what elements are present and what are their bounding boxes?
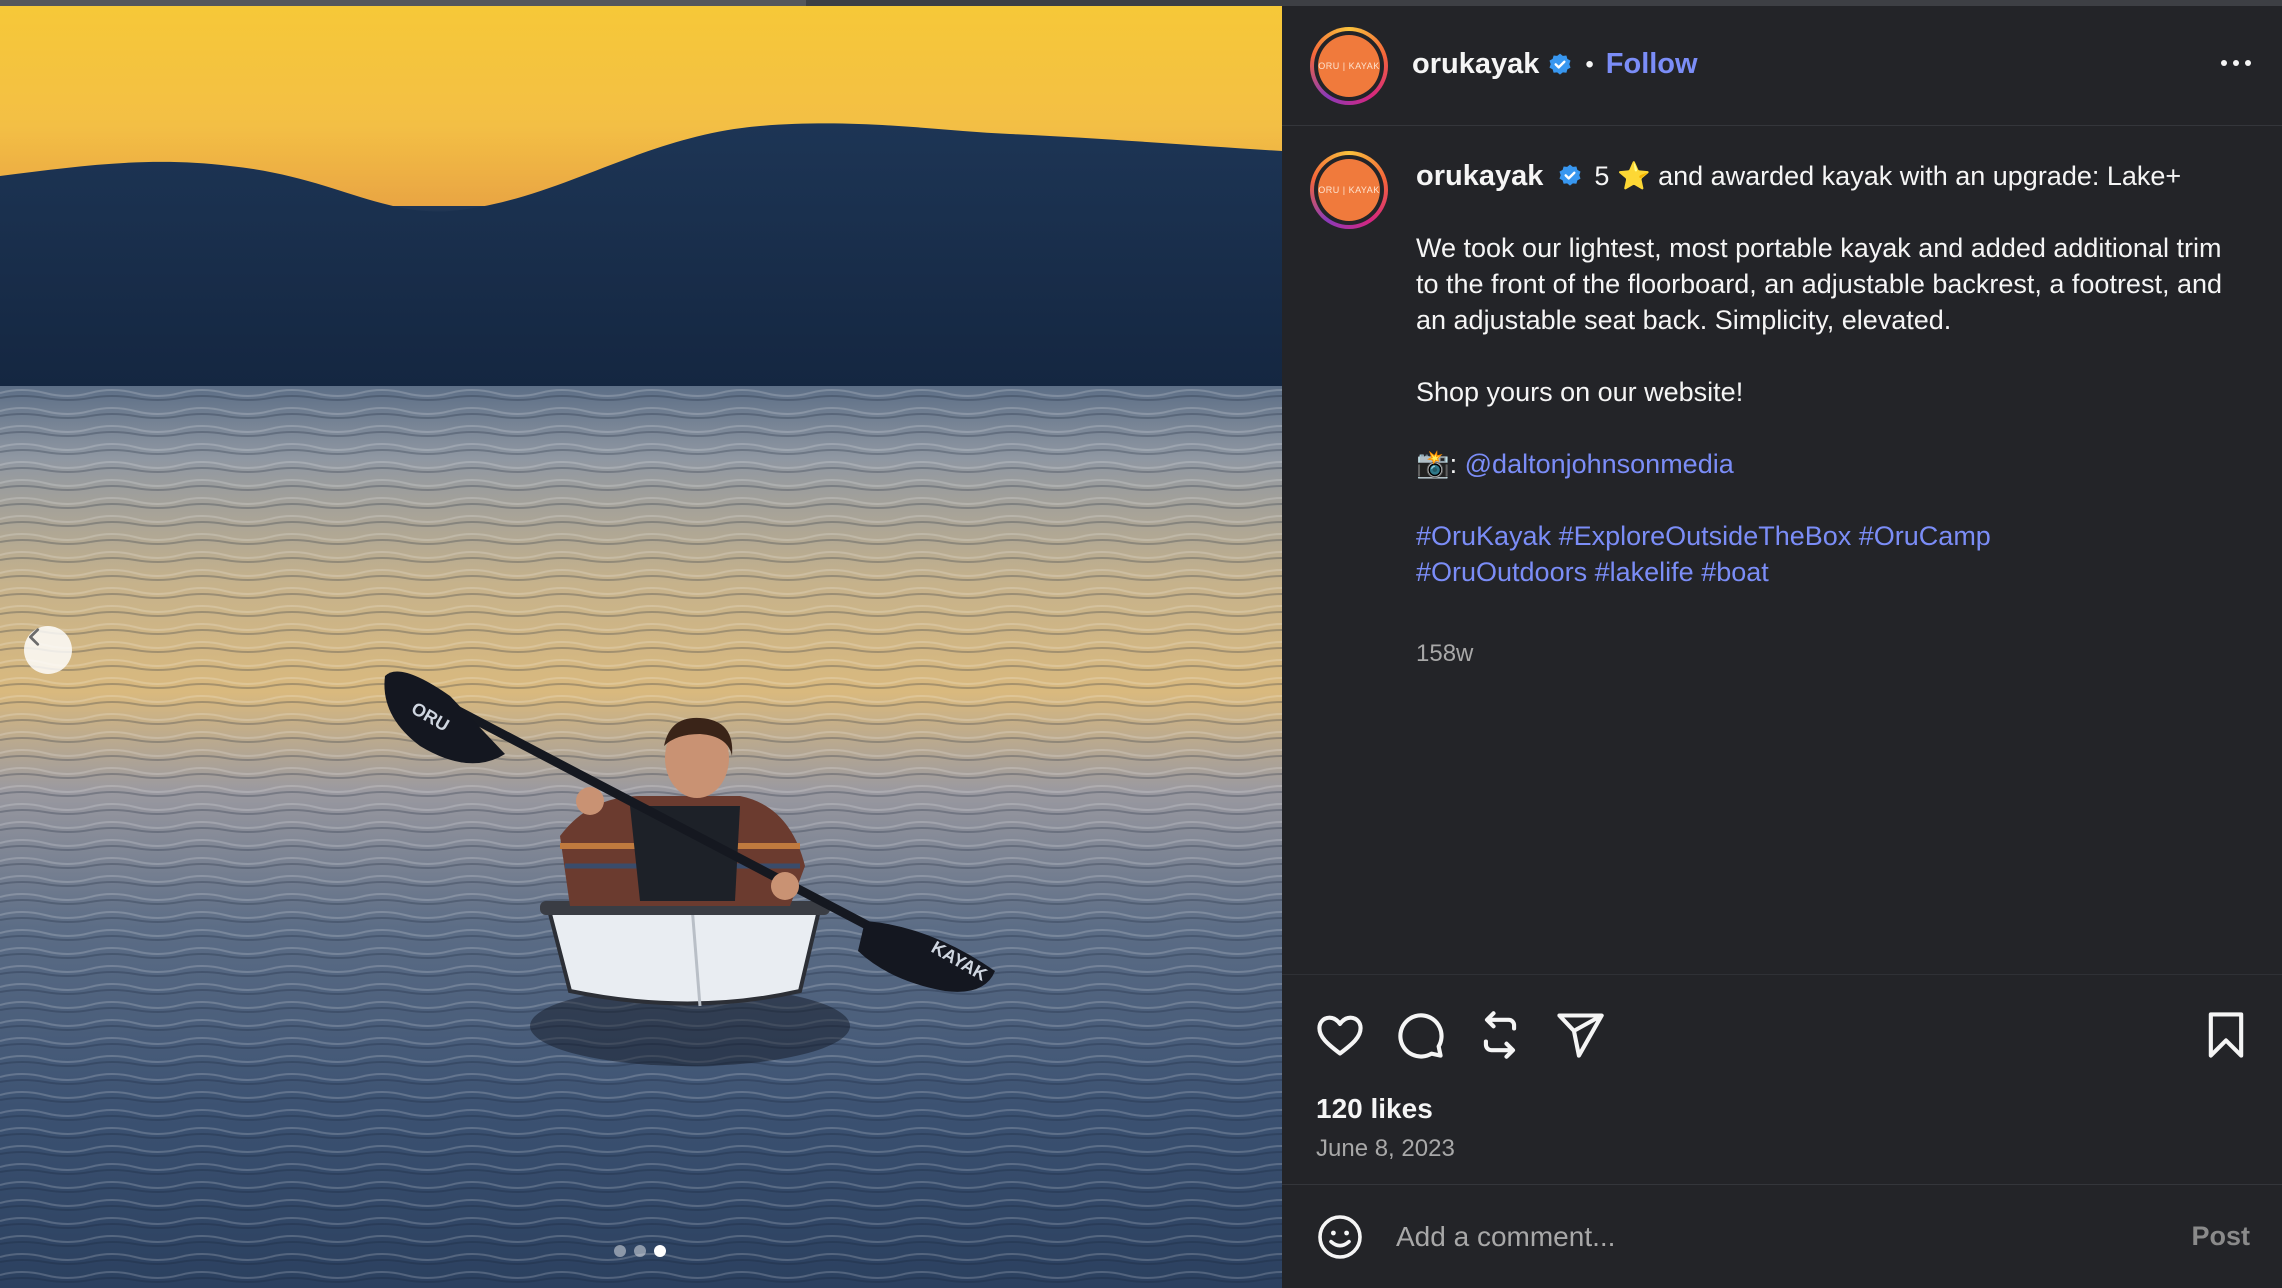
caption-rating: 5 bbox=[1594, 161, 1610, 191]
chevron-left-icon bbox=[29, 628, 40, 646]
verified-icon bbox=[1559, 164, 1581, 186]
caption-cta: Shop yours on our website! bbox=[1416, 377, 1744, 407]
post-comment-button[interactable]: Post bbox=[2191, 1221, 2250, 1252]
hashtag-link[interactable]: #lakelife bbox=[1595, 557, 1694, 587]
header-separator: • bbox=[1585, 50, 1594, 78]
caption-body: We took our lightest, most portable kaya… bbox=[1416, 233, 2223, 335]
post-age[interactable]: 158w bbox=[1416, 640, 1473, 668]
photographer-mention-link[interactable]: @daltonjohnsonmedia bbox=[1465, 449, 1734, 479]
hashtag-link[interactable]: #OruOutdoors bbox=[1416, 557, 1587, 587]
avatar[interactable]: ORU | KAYAK bbox=[1310, 27, 1388, 105]
avatar-logo-text: ORU | KAYAK bbox=[1318, 35, 1380, 97]
emoji-icon[interactable] bbox=[1316, 1213, 1364, 1261]
share-icon[interactable] bbox=[1554, 1009, 1606, 1061]
hashtags-line-2: #OruOutdoors #lakelife #boat bbox=[1416, 554, 2246, 590]
post-side-panel: ORU | KAYAK orukayak • Follow ORU | KAYA… bbox=[1282, 6, 2282, 1288]
verified-icon bbox=[1549, 53, 1571, 75]
avatar-logo-text: ORU | KAYAK bbox=[1318, 159, 1380, 221]
kayak-scene-illustration: ORU KAYAK bbox=[0, 6, 1282, 1288]
previous-image-button[interactable] bbox=[24, 626, 72, 674]
credit-separator: : bbox=[1449, 449, 1465, 479]
caption-title: and awarded kayak with an upgrade: Lake+ bbox=[1650, 161, 2182, 191]
hashtag-link[interactable]: #boat bbox=[1701, 557, 1769, 587]
caption-username[interactable]: orukayak bbox=[1416, 160, 1543, 192]
caption-avatar[interactable]: ORU | KAYAK bbox=[1310, 151, 1388, 229]
comment-bar: Post bbox=[1282, 1184, 2282, 1288]
hashtag-link[interactable]: #ExploreOutsideTheBox bbox=[1559, 521, 1852, 551]
bookmark-icon[interactable] bbox=[2200, 1009, 2252, 1061]
carousel-dot-active bbox=[654, 1245, 666, 1257]
more-icon bbox=[2221, 60, 2227, 66]
heart-icon[interactable] bbox=[1314, 1009, 1366, 1061]
hashtags-line-1: #OruKayak #ExploreOutsideTheBox #OruCamp bbox=[1416, 518, 2246, 554]
post-photo: ORU KAYAK bbox=[0, 6, 1282, 1288]
carousel-dot bbox=[634, 1245, 646, 1257]
camera-emoji: 📸 bbox=[1416, 449, 1450, 479]
hashtag-link[interactable]: #OruCamp bbox=[1859, 521, 1991, 551]
post-date: June 8, 2023 bbox=[1316, 1135, 1455, 1162]
follow-button[interactable]: Follow bbox=[1606, 48, 1698, 81]
action-bar: 120 likes June 8, 2023 bbox=[1282, 974, 2282, 1190]
likes-count[interactable]: 120 likes bbox=[1316, 1093, 1433, 1125]
header-username[interactable]: orukayak bbox=[1412, 48, 1539, 81]
header-user-row: orukayak • Follow bbox=[1412, 48, 1698, 81]
post-header: ORU | KAYAK orukayak • Follow bbox=[1282, 6, 2282, 126]
carousel-dot bbox=[614, 1245, 626, 1257]
more-options-button[interactable] bbox=[2216, 48, 2256, 78]
carousel-indicator bbox=[614, 1245, 666, 1257]
comment-input[interactable] bbox=[1396, 1213, 2156, 1261]
post-caption: orukayak 5 ⭐ and awarded kayak with an u… bbox=[1416, 158, 2246, 590]
hashtag-link[interactable]: #OruKayak bbox=[1416, 521, 1551, 551]
star-icon: ⭐ bbox=[1616, 161, 1651, 191]
repost-icon[interactable] bbox=[1474, 1009, 1526, 1061]
comment-icon[interactable] bbox=[1394, 1009, 1446, 1061]
